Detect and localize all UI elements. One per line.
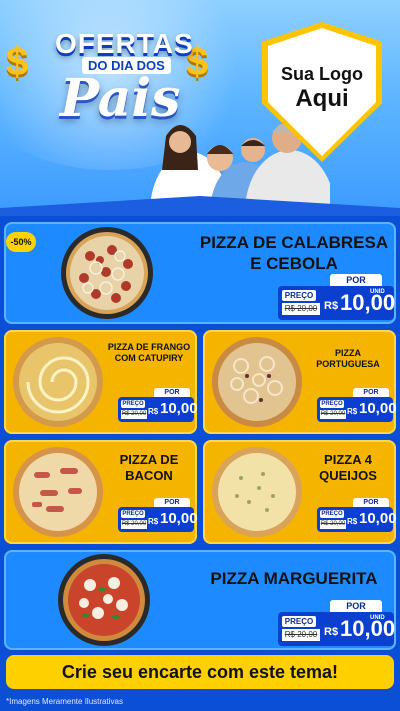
por-label: POR bbox=[353, 388, 389, 397]
sale-price: 10,00 bbox=[359, 510, 396, 527]
cta-banner[interactable]: Crie seu encarte com este tema! bbox=[6, 655, 394, 689]
sale-price: 10,00 bbox=[160, 400, 197, 417]
currency-symbol: R$ bbox=[347, 517, 358, 526]
price-tag: POR PREÇO R$ 20,00 R$ 10,00 bbox=[118, 498, 197, 532]
por-label: POR bbox=[154, 498, 190, 507]
discount-badge: -50% bbox=[6, 232, 36, 252]
sale-price: 10,00 bbox=[340, 290, 396, 315]
sale-price: 10,00 bbox=[340, 616, 396, 641]
preco-label: PREÇO bbox=[320, 400, 344, 408]
sale-price: 10,00 bbox=[160, 510, 197, 527]
price-tag: POR PREÇO R$ 20,00 R$ 10,00 bbox=[317, 498, 396, 532]
logo-text-line1: Sua Logo bbox=[281, 64, 363, 84]
old-price: R$ 20,00 bbox=[121, 520, 147, 529]
currency-symbol: R$ bbox=[324, 626, 339, 638]
unit-label: UNID bbox=[370, 289, 385, 295]
preco-label: PREÇO bbox=[282, 616, 316, 627]
price-tag: POR PREÇO R$ 20,00 R$ 10,00 UNID bbox=[278, 600, 396, 646]
product-name: PIZZA DE FRANGO COM CATUPIRY bbox=[107, 342, 191, 363]
old-price: R$ 20,00 bbox=[121, 410, 147, 419]
currency-symbol: R$ bbox=[324, 300, 339, 312]
product-card[interactable]: PIZZA PORTUGUESA POR PREÇO R$ 20,00 R$ 1… bbox=[203, 330, 396, 434]
logo-text-line2: Aqui bbox=[295, 85, 349, 112]
old-price: R$ 20,00 bbox=[320, 520, 346, 529]
old-price: R$ 20,00 bbox=[320, 410, 346, 419]
por-label: POR bbox=[330, 274, 382, 286]
pizza-marguerita-image bbox=[58, 554, 150, 646]
pizza-frango-image bbox=[13, 337, 103, 427]
product-card[interactable]: PIZZA 4 QUEIJOS POR PREÇO R$ 20,00 R$ 10… bbox=[203, 440, 396, 544]
preco-label: PREÇO bbox=[121, 400, 145, 408]
logo-shield: Sua Logo Aqui bbox=[262, 22, 382, 162]
preco-label: PREÇO bbox=[282, 290, 316, 301]
promo-title: OFERTAS bbox=[55, 28, 194, 59]
price-tag: POR PREÇO R$ 20,00 R$ 10,00 bbox=[118, 388, 197, 422]
product-name: PIZZA 4 QUEIJOS bbox=[319, 452, 377, 483]
por-label: POR bbox=[154, 388, 190, 397]
pizza-portuguesa-image bbox=[212, 337, 302, 427]
product-card[interactable]: PIZZA MARGUERITA POR PREÇO R$ 20,00 R$ 1… bbox=[4, 550, 396, 650]
product-name: PIZZA DE CALABRESA E CEBOLA bbox=[199, 233, 389, 273]
disclaimer-text: *Imagens Meramente Ilustrativas bbox=[6, 697, 123, 706]
unit-label: UNID bbox=[370, 615, 385, 621]
preco-label: PREÇO bbox=[320, 510, 344, 518]
product-name: PIZZA MARGUERITA bbox=[210, 569, 378, 588]
product-name: PIZZA DE BACON bbox=[119, 452, 179, 483]
preco-label: PREÇO bbox=[121, 510, 145, 518]
product-card[interactable]: PIZZA DE FRANGO COM CATUPIRY POR PREÇO R… bbox=[4, 330, 197, 434]
product-card[interactable]: PIZZA DE CALABRESA E CEBOLA POR PREÇO R$… bbox=[4, 222, 396, 324]
product-card[interactable]: PIZZA DE BACON POR PREÇO R$ 20,00 R$ 10,… bbox=[4, 440, 197, 544]
price-tag: POR PREÇO R$ 20,00 R$ 10,00 bbox=[317, 388, 396, 422]
pizza-bacon-image bbox=[13, 447, 103, 537]
currency-symbol: R$ bbox=[148, 517, 159, 526]
sale-price: 10,00 bbox=[359, 400, 396, 417]
por-label: POR bbox=[330, 600, 382, 612]
dollar-sign-icon: $ bbox=[6, 40, 29, 84]
por-label: POR bbox=[353, 498, 389, 507]
product-name: PIZZA PORTUGUESA bbox=[316, 348, 380, 369]
currency-symbol: R$ bbox=[148, 407, 159, 416]
old-price: R$ 20,00 bbox=[282, 303, 320, 315]
pizza-4-queijos-image bbox=[212, 447, 302, 537]
currency-symbol: R$ bbox=[347, 407, 358, 416]
pizza-calabresa-image bbox=[61, 227, 153, 319]
price-tag: POR PREÇO R$ 20,00 R$ 10,00 UNID bbox=[278, 274, 396, 320]
hero-banner: $ $ OFERTAS DO DIA DOS Pais Sua Logo Aqu… bbox=[0, 0, 400, 212]
old-price: R$ 20,00 bbox=[282, 629, 320, 641]
